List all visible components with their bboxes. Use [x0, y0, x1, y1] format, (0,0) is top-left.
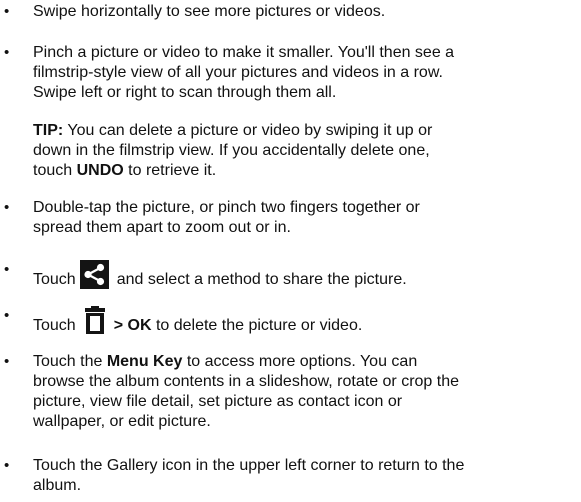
- text-fragment: touch: [33, 162, 77, 179]
- ok-label: > OK: [113, 317, 152, 334]
- share-icon: [79, 260, 109, 289]
- text-fragment: Touch: [33, 271, 76, 288]
- text-line: TIP: You can delete a picture or video b…: [33, 121, 561, 141]
- trash-icon: [82, 306, 108, 335]
- text-line: filmstrip-style view of all your picture…: [33, 64, 443, 81]
- bullet: •: [4, 44, 10, 61]
- text-fragment: to delete the picture or video.: [151, 317, 363, 334]
- undo-label: UNDO: [76, 162, 124, 179]
- item-text: Touch and select a method to share the p…: [33, 260, 559, 290]
- text-line: Swipe left or right to scan through them…: [33, 84, 337, 101]
- bullet: •: [4, 353, 10, 370]
- tip-label: TIP:: [33, 122, 64, 139]
- text-line: Touch the Menu Key to access more option…: [33, 352, 559, 372]
- text-line: down in the filmstrip view. If you accid…: [33, 142, 430, 159]
- item-text: Double-tap the picture, or pinch two fin…: [33, 198, 559, 238]
- text-fragment: and select a method to share the picture…: [116, 271, 407, 288]
- tip-block: TIP: You can delete a picture or video b…: [33, 121, 561, 181]
- item-text: Pinch a picture or video to make it smal…: [33, 43, 559, 103]
- text-line: touch UNDO to retrieve it.: [33, 161, 561, 181]
- bullet: •: [4, 199, 10, 216]
- text-fragment: to retrieve it.: [123, 162, 217, 179]
- text-fragment: Touch the: [33, 353, 107, 370]
- text-fragment: to access more options. You can: [182, 353, 418, 370]
- text-fragment: Touch: [33, 317, 76, 334]
- text-fragment: You can delete a picture or video by swi…: [63, 122, 433, 139]
- bullet: •: [4, 261, 10, 278]
- text-line: Double-tap the picture, or pinch two fin…: [33, 199, 420, 216]
- gallery-help-page: • Swipe horizontally to see more picture…: [0, 0, 581, 502]
- item-text: Touch the Gallery icon in the upper left…: [33, 456, 559, 496]
- bullet: •: [4, 3, 10, 20]
- text-line: spread them apart to zoom out or in.: [33, 219, 291, 236]
- menu-key-label: Menu Key: [106, 353, 183, 370]
- item-text: Touch > OK to delete the picture or vide…: [33, 306, 559, 336]
- text-line: Pinch a picture or video to make it smal…: [33, 44, 455, 61]
- text-line: browse the album contents in a slideshow…: [33, 373, 460, 390]
- text-line: Touch the Gallery icon in the upper left…: [33, 457, 465, 474]
- bullet: •: [4, 457, 10, 474]
- item-text: Swipe horizontally to see more pictures …: [33, 3, 386, 20]
- text-line: picture, view file detail, set picture a…: [33, 393, 403, 410]
- text-line: album.: [33, 477, 82, 494]
- text-line: wallpaper, or edit picture.: [33, 413, 211, 430]
- bullet: •: [4, 307, 10, 324]
- item-text: Touch the Menu Key to access more option…: [33, 352, 559, 432]
